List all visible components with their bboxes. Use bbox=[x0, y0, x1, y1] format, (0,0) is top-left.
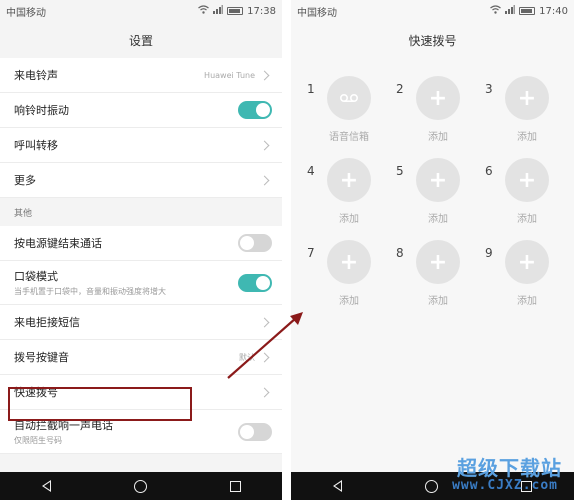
signal-icon bbox=[505, 5, 516, 17]
plus-icon: + bbox=[416, 240, 460, 284]
status-bar: 中国移动 17:38 bbox=[0, 0, 282, 22]
row-label: 呼叫转移 bbox=[14, 139, 58, 152]
power-key-end-call-toggle[interactable] bbox=[238, 234, 272, 252]
carrier-name: 中国移动 bbox=[6, 7, 46, 19]
status-bar: 中国移动 17:40 bbox=[291, 0, 574, 22]
row-label: 来电拒接短信 bbox=[14, 316, 80, 329]
row-ringtone[interactable]: 来电铃声 Huawei Tune bbox=[0, 58, 282, 93]
recents-icon[interactable] bbox=[229, 480, 241, 492]
row-dial-pad-tone[interactable]: 拨号按键音 默认 bbox=[0, 340, 282, 375]
row-subtitle: 仅限陌生号码 bbox=[14, 436, 62, 445]
watermark-logo: 超级下载站 www.CJXZ.com bbox=[426, 452, 566, 498]
row-pocket-mode: 口袋模式 当手机置于口袋中，音量和振动强度将增大 bbox=[0, 261, 282, 305]
slot-label: 添加 bbox=[517, 214, 537, 225]
section-header-other: 其他 bbox=[0, 198, 282, 226]
settings-list-main: 来电铃声 Huawei Tune 响铃时振动 呼叫转移 更多 bbox=[0, 58, 282, 198]
settings-screen: 中国移动 17:38 设置 来电铃声 Huawei Tune 响铃时振动 呼叫转… bbox=[0, 0, 282, 500]
row-reject-sms[interactable]: 来电拒接短信 bbox=[0, 305, 282, 340]
row-label: 拨号按键音 bbox=[14, 351, 69, 364]
watermark-en-text: www.CJXZ.com bbox=[452, 478, 558, 493]
slot-label: 添加 bbox=[428, 132, 448, 143]
row-power-key-end-call: 按电源键结束通话 bbox=[0, 226, 282, 261]
plus-icon: + bbox=[416, 158, 460, 202]
chevron-right-icon bbox=[259, 140, 270, 150]
slot-number: 8 bbox=[396, 246, 404, 260]
watermark-cn-text: 超级下载站 bbox=[457, 456, 562, 480]
row-label: 按电源键结束通话 bbox=[14, 237, 102, 250]
slot-label: 添加 bbox=[517, 296, 537, 307]
slot-number: 5 bbox=[396, 164, 404, 178]
speed-dial-slot-3[interactable]: 3 + 添加 bbox=[485, 76, 574, 154]
speed-dial-slot-5[interactable]: 5 + 添加 bbox=[396, 158, 486, 236]
chevron-right-icon bbox=[259, 387, 270, 397]
row-label: 口袋模式 bbox=[14, 270, 58, 283]
slot-number: 7 bbox=[307, 246, 315, 260]
row-vibrate-on-ring: 响铃时振动 bbox=[0, 93, 282, 128]
slot-number: 9 bbox=[485, 246, 493, 260]
block-one-ring-toggle[interactable] bbox=[238, 422, 272, 441]
slot-label: 添加 bbox=[339, 296, 359, 307]
page-title: 快速拨号 bbox=[408, 33, 457, 48]
plus-icon: + bbox=[505, 240, 549, 284]
battery-icon bbox=[519, 7, 536, 15]
status-icons: 17:40 bbox=[490, 5, 568, 17]
speed-dial-slot-7[interactable]: 7 + 添加 bbox=[307, 240, 397, 318]
speed-dial-slot-8[interactable]: 8 + 添加 bbox=[396, 240, 486, 318]
status-time: 17:38 bbox=[247, 5, 276, 17]
speed-dial-highlight-box bbox=[8, 387, 192, 421]
plus-icon: + bbox=[327, 240, 371, 284]
battery-icon bbox=[227, 7, 244, 15]
chevron-right-icon bbox=[259, 352, 270, 362]
page-title: 设置 bbox=[128, 33, 153, 48]
status-time: 17:40 bbox=[539, 5, 568, 17]
slot-number: 3 bbox=[485, 82, 493, 96]
speed-dial-slot-1[interactable]: 1 语音信箱 bbox=[307, 76, 397, 154]
row-label: 来电铃声 bbox=[14, 69, 58, 82]
row-label: 响铃时振动 bbox=[14, 104, 69, 117]
slot-number: 6 bbox=[485, 164, 493, 178]
plus-icon: + bbox=[505, 158, 549, 202]
navigation-bar bbox=[0, 472, 282, 500]
speed-dial-slot-6[interactable]: 6 + 添加 bbox=[485, 158, 574, 236]
speed-dial-slot-9[interactable]: 9 + 添加 bbox=[485, 240, 574, 318]
pocket-mode-toggle[interactable] bbox=[238, 273, 272, 292]
slot-number: 1 bbox=[307, 82, 315, 96]
row-value: Huawei Tune bbox=[204, 70, 255, 80]
voicemail-icon bbox=[327, 76, 371, 120]
signal-icon bbox=[213, 5, 224, 17]
chevron-right-icon bbox=[259, 175, 270, 185]
slot-label: 添加 bbox=[517, 132, 537, 143]
plus-icon: + bbox=[505, 76, 549, 120]
row-more[interactable]: 更多 bbox=[0, 163, 282, 198]
plus-icon: + bbox=[416, 76, 460, 120]
back-icon[interactable] bbox=[332, 480, 342, 492]
carrier-name: 中国移动 bbox=[297, 7, 337, 19]
speed-dial-screen: 中国移动 17:40 快速拨号 1 语音信箱 2 + 添加 3 + 添加 4 +… bbox=[291, 0, 574, 500]
plus-icon: + bbox=[327, 158, 371, 202]
vibrate-toggle[interactable] bbox=[238, 101, 272, 119]
slot-label: 添加 bbox=[428, 214, 448, 225]
slot-label: 语音信箱 bbox=[329, 132, 369, 143]
status-icons: 17:38 bbox=[198, 5, 276, 17]
row-value: 默认 bbox=[239, 352, 255, 362]
chevron-right-icon bbox=[259, 70, 270, 80]
back-icon[interactable] bbox=[41, 480, 51, 492]
speed-dial-slot-4[interactable]: 4 + 添加 bbox=[307, 158, 397, 236]
chevron-right-icon bbox=[259, 317, 270, 327]
slot-number: 2 bbox=[396, 82, 404, 96]
wifi-icon bbox=[198, 5, 210, 17]
row-call-forwarding[interactable]: 呼叫转移 bbox=[0, 128, 282, 163]
row-subtitle: 当手机置于口袋中，音量和振动强度将增大 bbox=[14, 287, 166, 296]
speed-dial-slot-2[interactable]: 2 + 添加 bbox=[396, 76, 486, 154]
slot-label: 添加 bbox=[339, 214, 359, 225]
slot-number: 4 bbox=[307, 164, 315, 178]
home-icon[interactable] bbox=[133, 479, 147, 493]
row-label: 更多 bbox=[14, 174, 36, 187]
wifi-icon bbox=[490, 5, 502, 17]
speed-dial-grid: 1 语音信箱 2 + 添加 3 + 添加 4 + 添加 5 + 添加 6 + 添… bbox=[291, 58, 574, 318]
slot-label: 添加 bbox=[428, 296, 448, 307]
